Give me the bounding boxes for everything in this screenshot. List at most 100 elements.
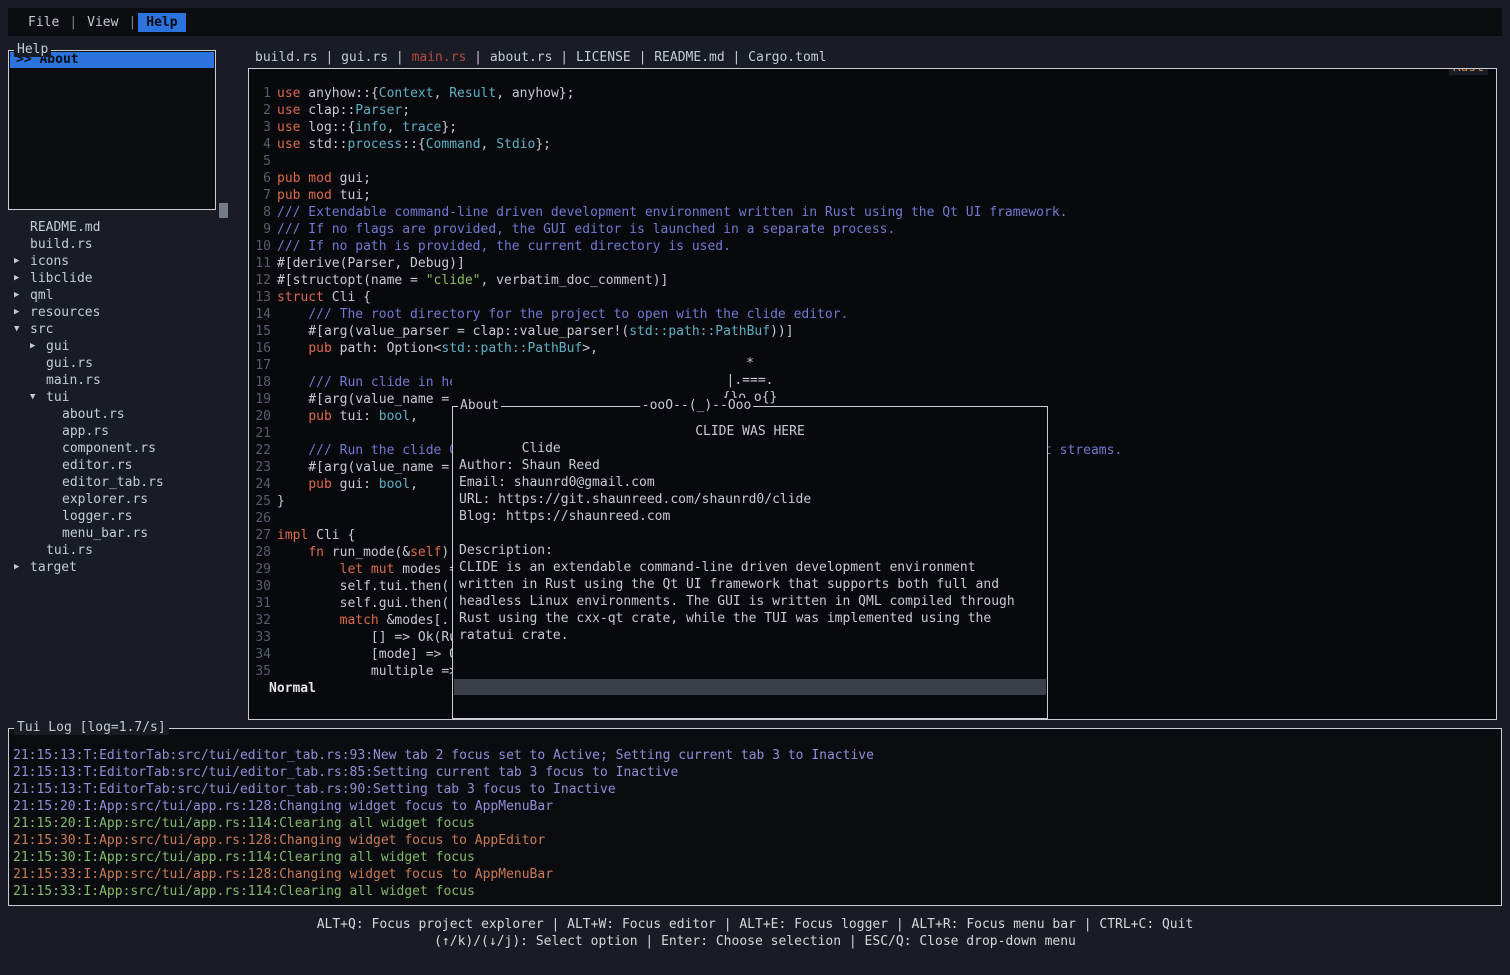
tab-about-rs[interactable]: about.rs: [490, 50, 553, 65]
code-text: #[arg(value_parser = clap::value_parser!…: [277, 323, 794, 340]
tree-item-component-rs[interactable]: component.rs: [8, 440, 244, 457]
code-token: [277, 443, 308, 458]
code-token: gui:: [332, 477, 379, 492]
about-field: Author: Shaun Reed: [459, 457, 1041, 474]
menu-item-file[interactable]: File: [20, 13, 67, 32]
tree-item-icons[interactable]: ▶icons: [8, 253, 244, 270]
code-line: 15 #[arg(value_parser = clap::value_pars…: [249, 323, 1496, 340]
code-token: [277, 613, 340, 628]
code-token: let mut: [340, 562, 395, 577]
tree-item-editor-rs[interactable]: editor.rs: [8, 457, 244, 474]
line-number: 27: [253, 527, 271, 544]
line-number: 21: [253, 425, 271, 442]
code-text: use anyhow::{Context, Result, anyhow};: [277, 85, 574, 102]
line-number: 1: [253, 85, 271, 102]
chevron-right-icon: ▶: [30, 338, 46, 355]
code-text: impl Cli {: [277, 527, 355, 544]
tree-item-qml[interactable]: ▶qml: [8, 287, 244, 304]
tree-item-tui-rs[interactable]: tui.rs: [8, 542, 244, 559]
code-token: pub mod: [277, 188, 332, 203]
tree-item-main-rs[interactable]: main.rs: [8, 372, 244, 389]
log-line: 21:15:20:I:App:src/tui/app.rs:128:Changi…: [13, 798, 1501, 815]
code-line: 11#[derive(Parser, Debug)]: [249, 255, 1496, 272]
tree-item-gui[interactable]: ▶gui: [8, 338, 244, 355]
code-line: 1 use anyhow::{Context, Result, anyhow};: [249, 85, 1496, 102]
tree-item-menu_bar-rs[interactable]: menu_bar.rs: [8, 525, 244, 542]
tree-item-label: app.rs: [62, 423, 109, 440]
code-token: pub: [308, 409, 331, 424]
language-badge: Rust: [1449, 68, 1488, 75]
tree-item-readme-md[interactable]: README.md: [8, 219, 244, 236]
code-token: pub mod: [277, 171, 332, 186]
line-number: 34: [253, 646, 271, 663]
code-token: use: [277, 137, 300, 152]
menu-item-help[interactable]: Help: [138, 13, 185, 32]
line-number: 4: [253, 136, 271, 153]
code-token: /// If no path is provided, the current …: [277, 239, 731, 254]
code-token: };: [535, 137, 551, 152]
keybinding-help-line-1: ALT+Q: Focus project explorer | ALT+W: F…: [0, 916, 1510, 933]
code-text: pub mod gui;: [277, 170, 371, 187]
tree-item-label: editor.rs: [62, 457, 132, 474]
code-token: tui:: [332, 409, 379, 424]
line-number: 5: [253, 153, 271, 170]
tree-item-src[interactable]: ▼src: [8, 321, 244, 338]
tab-separator: |: [725, 50, 748, 65]
code-token: ;: [402, 103, 410, 118]
tree-item-target[interactable]: ▶target: [8, 559, 244, 576]
code-token: tui;: [332, 188, 371, 203]
code-line: 7 pub mod tui;: [249, 187, 1496, 204]
tree-item-label: gui.rs: [46, 355, 93, 372]
code-token: std::path::PathBuf: [441, 341, 582, 356]
code-token: [277, 307, 308, 322]
keybinding-help-bar: ALT+Q: Focus project explorer | ALT+W: F…: [0, 916, 1510, 950]
code-text: use clap::Parser;: [277, 102, 410, 119]
tree-item-logger-rs[interactable]: logger.rs: [8, 508, 244, 525]
line-number: 17: [253, 357, 271, 374]
code-token: path: Option<: [332, 341, 442, 356]
line-number: 15: [253, 323, 271, 340]
tree-item-libclide[interactable]: ▶libclide: [8, 270, 244, 287]
code-token: [277, 409, 308, 424]
tree-item-tui[interactable]: ▼tui: [8, 389, 244, 406]
code-text: pub mod tui;: [277, 187, 371, 204]
menu-item-view[interactable]: View: [79, 13, 126, 32]
tui-log-panel[interactable]: Tui Log [log=1.7/s] 21:15:13:T:EditorTab…: [8, 728, 1502, 906]
tab-readme-md[interactable]: README.md: [654, 50, 724, 65]
code-text: /// Extendable command-line driven devel…: [277, 204, 1068, 221]
line-number: 30: [253, 578, 271, 595]
tree-item-about-rs[interactable]: about.rs: [8, 406, 244, 423]
code-line: 4use std::process::{Command, Stdio};: [249, 136, 1496, 153]
tree-item-gui-rs[interactable]: gui.rs: [8, 355, 244, 372]
line-number: 31: [253, 595, 271, 612]
help-menu-scrollbar-thumb[interactable]: [219, 203, 228, 218]
code-text: use log::{info, trace};: [277, 119, 457, 136]
code-token: anyhow::{: [300, 86, 378, 101]
tab-gui-rs[interactable]: gui.rs: [341, 50, 388, 65]
line-number: 23: [253, 459, 271, 476]
line-number: 25: [253, 493, 271, 510]
code-token: /// If no flags are provided, the GUI ed…: [277, 222, 895, 237]
line-number: 20: [253, 408, 271, 425]
line-number: 13: [253, 289, 271, 306]
tree-item-resources[interactable]: ▶resources: [8, 304, 244, 321]
tab-cargo-toml[interactable]: Cargo.toml: [748, 50, 826, 65]
tab-main-rs[interactable]: main.rs: [412, 50, 467, 65]
tree-item-explorer-rs[interactable]: explorer.rs: [8, 491, 244, 508]
tree-item-label: editor_tab.rs: [62, 474, 164, 491]
tab-license[interactable]: LICENSE: [576, 50, 631, 65]
line-number: 7: [253, 187, 271, 204]
tree-item-editor_tab-rs[interactable]: editor_tab.rs: [8, 474, 244, 491]
tree-item-build-rs[interactable]: build.rs: [8, 236, 244, 253]
tui-log-lines: 21:15:13:T:EditorTab:src/tui/editor_tab.…: [9, 729, 1501, 900]
line-number: 16: [253, 340, 271, 357]
tree-item-app-rs[interactable]: app.rs: [8, 423, 244, 440]
about-dialog-scrollbar[interactable]: [454, 679, 1046, 695]
tab-build-rs[interactable]: build.rs: [255, 50, 318, 65]
menu-separator: |: [126, 15, 138, 30]
tree-item-label: README.md: [30, 219, 100, 236]
code-line: 3use log::{info, trace};: [249, 119, 1496, 136]
log-line: 21:15:13:T:EditorTab:src/tui/editor_tab.…: [13, 764, 1501, 781]
code-text: #[derive(Parser, Debug)]: [277, 255, 465, 272]
code-token: match: [340, 613, 379, 628]
